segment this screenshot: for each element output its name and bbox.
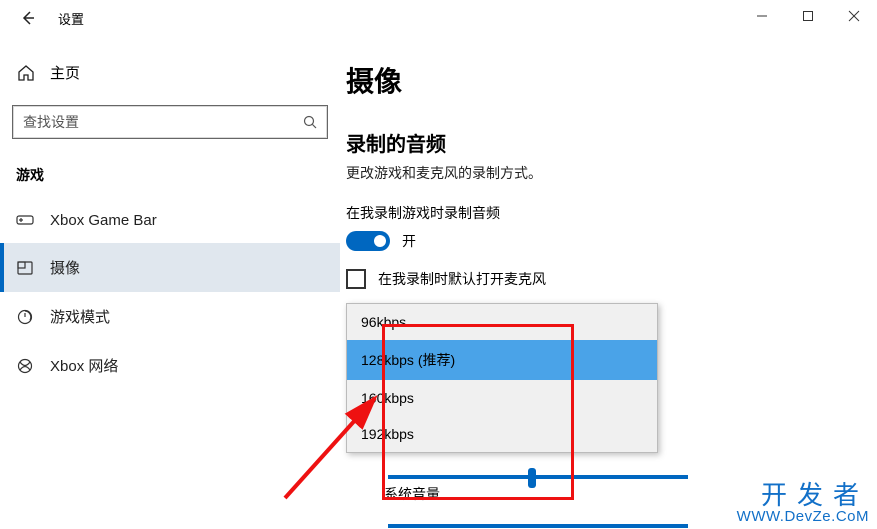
toggle-caption: 在我录制游戏时录制音频 xyxy=(346,203,877,223)
sidebar-item-label: 游戏模式 xyxy=(50,306,110,327)
minimize-button[interactable] xyxy=(739,0,785,32)
slider-track-2[interactable] xyxy=(388,524,688,528)
bitrate-option-selected[interactable]: 128kbps (推荐) xyxy=(347,340,657,380)
bitrate-option[interactable]: 96kbps xyxy=(347,304,657,340)
mic-default-checkbox[interactable] xyxy=(346,269,366,289)
toggle-state-label: 开 xyxy=(402,231,416,251)
sidebar-home[interactable]: 主页 xyxy=(0,54,340,91)
xbox-net-icon xyxy=(14,357,36,375)
maximize-button[interactable] xyxy=(785,0,831,32)
record-audio-toggle[interactable] xyxy=(346,231,390,251)
sidebar-home-label: 主页 xyxy=(50,62,80,83)
sidebar-item-label: Xbox Game Bar xyxy=(50,212,157,229)
sidebar-item-capture[interactable]: 摄像 xyxy=(0,243,340,292)
sidebar-item-label: Xbox 网络 xyxy=(50,355,118,376)
capture-icon xyxy=(14,259,36,277)
checkbox-label: 在我录制时默认打开麦克风 xyxy=(378,269,546,289)
content-pane: 摄像 录制的音频 更改游戏和麦克风的录制方式。 在我录制游戏时录制音频 开 在我… xyxy=(340,36,877,529)
search-input[interactable]: 查找设置 xyxy=(12,105,328,139)
close-icon xyxy=(848,10,860,22)
maximize-icon xyxy=(802,10,814,22)
section-subtitle: 更改游戏和麦克风的录制方式。 xyxy=(346,163,877,183)
sidebar: 主页 查找设置 游戏 Xbox Game Bar 摄像 游戏模式 xyxy=(0,36,340,529)
arrow-left-icon xyxy=(20,10,36,26)
minimize-icon xyxy=(756,10,768,22)
search-icon xyxy=(293,114,327,130)
page-title: 摄像 xyxy=(346,60,877,100)
slider-thumb[interactable] xyxy=(528,468,536,488)
sidebar-item-game-mode[interactable]: 游戏模式 xyxy=(0,292,340,341)
toggle-knob xyxy=(374,235,386,247)
sidebar-item-label: 摄像 xyxy=(50,257,80,278)
bitrate-option[interactable]: 192kbps xyxy=(347,416,657,452)
sidebar-item-xbox-game-bar[interactable]: Xbox Game Bar xyxy=(0,197,340,243)
home-icon xyxy=(16,64,36,82)
sidebar-group-header: 游戏 xyxy=(0,157,340,197)
system-volume-label: 系统音量 xyxy=(384,484,440,504)
window-title: 设置 xyxy=(58,9,84,28)
back-button[interactable] xyxy=(12,2,44,34)
game-mode-icon xyxy=(14,308,36,326)
sidebar-item-xbox-network[interactable]: Xbox 网络 xyxy=(0,341,340,390)
window-controls xyxy=(739,0,877,32)
close-button[interactable] xyxy=(831,0,877,32)
game-bar-icon xyxy=(14,211,36,229)
search-placeholder: 查找设置 xyxy=(13,112,293,132)
section-title: 录制的音频 xyxy=(346,128,877,157)
bitrate-option[interactable]: 160kbps xyxy=(347,380,657,416)
slider-track[interactable] xyxy=(388,475,688,479)
bitrate-dropdown-list[interactable]: 96kbps 128kbps (推荐) 160kbps 192kbps xyxy=(346,303,658,453)
